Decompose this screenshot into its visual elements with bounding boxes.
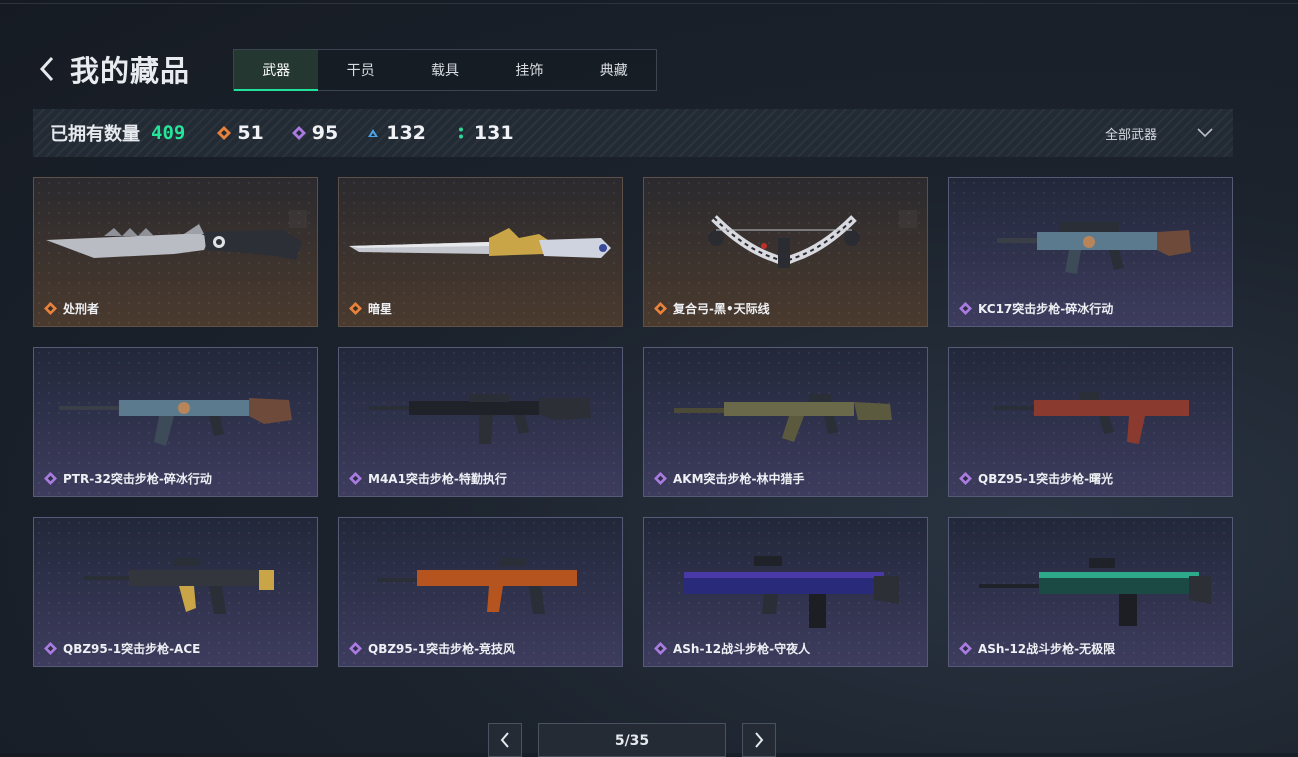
rarity-purple-count: 95 xyxy=(291,122,338,144)
page-header: 我的藏品 xyxy=(36,48,190,90)
weapon-name: QBZ95-1突击步枪-竞技风 xyxy=(349,640,515,657)
knife-image xyxy=(46,224,302,260)
rarity-blue-count: 132 xyxy=(366,122,426,144)
weapon-card[interactable]: PTR-32突击步枪-碎冰行动 xyxy=(33,347,318,497)
filter-label: 全部武器 xyxy=(1104,127,1157,143)
owned-stats: 已拥有数量 409 51 95 132 131 xyxy=(50,109,514,157)
rifle-image xyxy=(59,398,292,446)
owned-label: 已拥有数量 xyxy=(50,124,140,145)
page-title: 我的藏品 xyxy=(70,54,191,88)
rarity-green-count: 131 xyxy=(454,122,514,144)
weapon-name: M4A1突击步枪-特勤执行 xyxy=(349,470,507,487)
owned-count: 409 xyxy=(151,122,186,144)
tab-operators[interactable]: 干员 xyxy=(318,50,402,90)
weapon-name: QBZ95-1突击步枪-曙光 xyxy=(959,470,1113,487)
chevron-right-icon xyxy=(755,732,764,748)
purple-diamond-icon xyxy=(44,642,57,655)
rifle-image xyxy=(979,558,1211,626)
chevron-down-icon xyxy=(1197,128,1213,138)
rifle-image xyxy=(994,392,1189,444)
tab-charms[interactable]: 挂饰 xyxy=(487,50,571,90)
weapon-card[interactable]: ASh-12战斗步枪-无极限 xyxy=(948,517,1233,667)
purple-diamond-icon xyxy=(349,472,362,485)
weapon-card[interactable]: AKM突击步枪-林中猎手 xyxy=(643,347,928,497)
orange-diamond-icon xyxy=(217,126,232,140)
purple-diamond-icon xyxy=(291,126,306,140)
category-tabs: 武器 干员 载具 挂饰 典藏 xyxy=(233,49,657,91)
next-page-button[interactable] xyxy=(742,723,776,757)
weapon-name: ASh-12战斗步枪-守夜人 xyxy=(654,640,810,657)
rifle-image xyxy=(674,394,892,442)
rifle-image xyxy=(684,556,899,628)
purple-diamond-icon xyxy=(349,642,362,655)
pagination: 5/35 xyxy=(488,723,776,757)
weapon-name: ASh-12战斗步枪-无极限 xyxy=(959,640,1115,657)
rifle-image xyxy=(997,222,1191,274)
blue-triangle-icon xyxy=(368,129,379,137)
purple-diamond-icon xyxy=(959,302,972,315)
weapon-card[interactable]: KC17突击步枪-碎冰行动 xyxy=(948,177,1233,327)
tab-weapons[interactable]: 武器 xyxy=(234,50,319,91)
knife-image xyxy=(349,228,611,258)
weapon-name: 处刑者 xyxy=(44,300,99,317)
orange-diamond-icon xyxy=(654,302,667,315)
purple-diamond-icon xyxy=(654,642,667,655)
weapon-card[interactable]: 复合弓-黑•天际线 xyxy=(643,177,928,327)
weapon-name: KC17突击步枪-碎冰行动 xyxy=(959,300,1113,317)
purple-diamond-icon xyxy=(44,472,57,485)
page-indicator: 5/35 xyxy=(538,723,726,757)
orange-diamond-icon xyxy=(349,302,362,315)
purple-diamond-icon xyxy=(654,472,667,485)
chevron-left-icon xyxy=(39,56,54,82)
rifle-image xyxy=(369,394,591,444)
purple-diamond-icon xyxy=(959,472,972,485)
weapon-name: PTR-32突击步枪-碎冰行动 xyxy=(44,470,212,487)
prev-page-button[interactable] xyxy=(488,723,522,757)
stats-bar: 已拥有数量 409 51 95 132 131 全部武器 xyxy=(33,109,1233,157)
rarity-orange-count: 51 xyxy=(217,122,264,144)
tab-vehicles[interactable]: 载具 xyxy=(403,50,487,90)
purple-diamond-icon xyxy=(959,642,972,655)
weapon-name: 暗星 xyxy=(349,300,392,317)
weapon-name: AKM突击步枪-林中猎手 xyxy=(654,470,805,487)
rifle-image xyxy=(84,558,274,614)
weapon-card[interactable]: QBZ95-1突击步枪-竞技风 xyxy=(338,517,623,667)
rifle-image xyxy=(377,558,577,614)
top-divider xyxy=(0,3,1298,4)
weapon-card[interactable]: QBZ95-1突击步枪-ACE xyxy=(33,517,318,667)
weapon-card[interactable]: 暗星 xyxy=(338,177,623,327)
tab-collection[interactable]: 典藏 xyxy=(572,50,656,90)
orange-diamond-icon xyxy=(44,302,57,315)
green-dots-icon xyxy=(458,127,463,139)
weapon-filter-dropdown[interactable]: 全部武器 xyxy=(1105,109,1213,157)
chevron-left-icon xyxy=(500,732,509,748)
weapon-name: QBZ95-1突击步枪-ACE xyxy=(44,640,200,657)
compound-bow-image xyxy=(708,215,860,268)
weapon-card[interactable]: 处刑者 xyxy=(33,177,318,327)
weapon-card[interactable]: ASh-12战斗步枪-守夜人 xyxy=(643,517,928,667)
back-button[interactable] xyxy=(36,54,58,84)
weapon-card[interactable]: M4A1突击步枪-特勤执行 xyxy=(338,347,623,497)
weapon-card[interactable]: QBZ95-1突击步枪-曙光 xyxy=(948,347,1233,497)
weapon-name: 复合弓-黑•天际线 xyxy=(654,300,770,317)
